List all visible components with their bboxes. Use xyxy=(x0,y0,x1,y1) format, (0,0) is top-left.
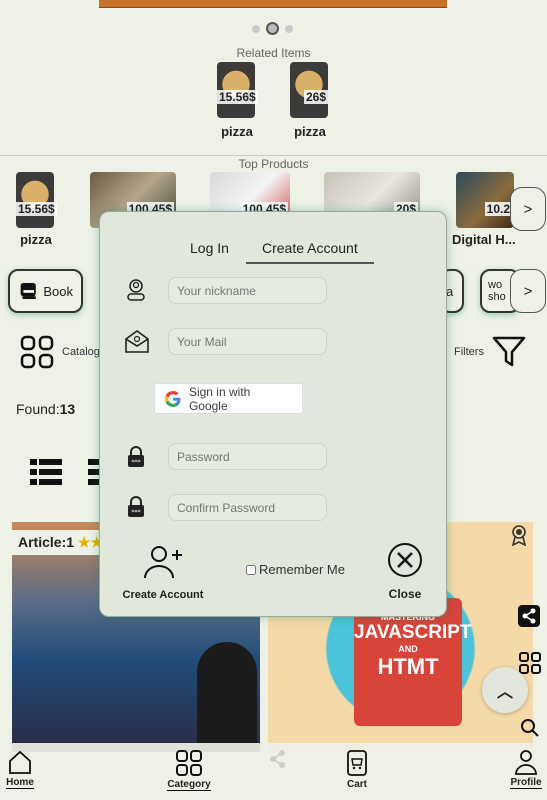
chevron-up-icon: ︿ xyxy=(496,684,513,701)
related-item-image: 26$ xyxy=(290,62,328,118)
catalog-label[interactable]: Catalog xyxy=(62,346,100,358)
password-input[interactable] xyxy=(168,443,327,470)
article-count: Article:1 xyxy=(18,534,75,550)
nickname-input[interactable] xyxy=(168,277,327,304)
section-divider xyxy=(0,155,547,156)
found-number: 13 xyxy=(59,401,76,417)
filter-icon[interactable] xyxy=(491,335,527,369)
bottom-navigation: Home Category Cart Profile xyxy=(0,743,547,800)
nav-profile-label: Profile xyxy=(510,777,542,789)
chip-label: a xyxy=(446,283,454,299)
share-icon[interactable] xyxy=(268,749,288,769)
remember-me-label: Remember Me xyxy=(259,562,345,577)
related-item-image: 15.56$ xyxy=(217,62,258,118)
related-item[interactable]: 15.56$ pizza xyxy=(217,62,258,139)
chip-label: wo sho xyxy=(488,279,506,303)
nav-cart-label: Cart xyxy=(346,779,367,790)
nav-home[interactable]: Home xyxy=(4,743,36,789)
cover-line: AND xyxy=(398,644,418,654)
product-name: Digital H... xyxy=(452,232,516,247)
search-icon[interactable] xyxy=(520,718,540,738)
svg-text:***: *** xyxy=(132,459,141,466)
create-account-button[interactable]: Create Account xyxy=(118,544,208,601)
categories-next-button[interactable]: > xyxy=(510,269,546,313)
book-icon xyxy=(20,282,36,300)
category-chip-book[interactable]: Book xyxy=(8,269,83,313)
active-tab-indicator xyxy=(246,262,374,264)
nav-category-label: Category xyxy=(167,779,211,791)
home-icon xyxy=(9,750,31,774)
product-image: 10.2 xyxy=(456,172,514,228)
carousel-dot[interactable] xyxy=(252,24,260,33)
related-items-title: Related Items xyxy=(236,46,311,60)
email-input[interactable] xyxy=(168,328,327,355)
price-badge: 10.2 xyxy=(484,202,512,216)
price-badge: 15.56$ xyxy=(217,90,258,104)
scroll-top-button[interactable]: ︿ xyxy=(482,667,528,713)
user-icon xyxy=(127,279,145,301)
book-cover: MASTERING JAVASCRIPT AND HTMT xyxy=(354,598,472,726)
category-icon xyxy=(176,750,202,776)
filters-label[interactable]: Filters xyxy=(454,346,484,358)
cover-line: JAVASCRIPT xyxy=(354,622,472,643)
award-icon xyxy=(511,525,527,546)
google-signin-button[interactable]: Sign in with Google xyxy=(154,383,303,414)
share-button[interactable] xyxy=(518,605,540,627)
confirm-password-input[interactable] xyxy=(168,494,327,521)
add-user-icon xyxy=(144,546,182,579)
create-account-label: Create Account xyxy=(122,589,204,601)
chip-label: Book xyxy=(43,283,73,299)
related-item-name: pizza xyxy=(221,124,253,139)
catalog-icon[interactable] xyxy=(20,335,54,369)
related-item[interactable]: 26$ pizza xyxy=(290,62,330,139)
products-next-button[interactable]: > xyxy=(510,187,546,231)
price-badge: 26$ xyxy=(303,90,328,104)
banner-image[interactable] xyxy=(99,0,447,8)
close-icon xyxy=(388,543,422,577)
compare-grid-icon[interactable] xyxy=(519,652,541,674)
tab-create-account[interactable]: Create Account xyxy=(262,240,358,256)
related-item-name: pizza xyxy=(294,124,326,139)
remember-me[interactable]: Remember Me xyxy=(246,562,345,577)
svg-text:***: *** xyxy=(132,509,141,516)
auth-modal: Log In Create Account Sign in with Googl… xyxy=(99,211,447,617)
nav-cart[interactable]: Cart xyxy=(341,743,373,790)
lock-icon: *** xyxy=(128,446,144,467)
carousel-dot[interactable] xyxy=(285,24,293,33)
google-icon xyxy=(165,390,181,407)
nav-category[interactable]: Category xyxy=(166,743,212,791)
nav-home-label: Home xyxy=(6,777,34,789)
tab-login[interactable]: Log In xyxy=(190,240,229,256)
profile-icon xyxy=(515,750,537,775)
found-count: Found:13 xyxy=(16,401,75,417)
cart-icon xyxy=(347,750,367,776)
nav-profile[interactable]: Profile xyxy=(509,743,543,789)
list-view-icon[interactable] xyxy=(30,459,62,485)
carousel-dots xyxy=(252,22,293,35)
carousel-dot-active[interactable] xyxy=(266,22,279,35)
remember-me-checkbox[interactable] xyxy=(246,564,256,575)
close-button[interactable]: Close xyxy=(384,542,426,601)
article-label: Article:1 ★★ xyxy=(12,530,110,555)
cover-line: HTMT xyxy=(377,654,439,679)
lock-icon: *** xyxy=(128,496,144,517)
google-button-label: Sign in with Google xyxy=(188,384,251,413)
product-name: pizza xyxy=(20,232,52,247)
product-image: 15.56$ xyxy=(16,172,57,228)
mail-icon xyxy=(125,330,149,353)
product-card[interactable]: 15.56$ pizza xyxy=(16,172,57,247)
person-figure xyxy=(197,642,257,752)
close-label: Close xyxy=(388,587,422,601)
share-icon xyxy=(522,608,536,624)
price-badge: 15.56$ xyxy=(16,202,57,216)
product-card[interactable]: 10.2 Digital H... xyxy=(452,172,516,247)
found-label: Found: xyxy=(16,401,60,417)
top-products-title: Top Products xyxy=(238,157,309,171)
